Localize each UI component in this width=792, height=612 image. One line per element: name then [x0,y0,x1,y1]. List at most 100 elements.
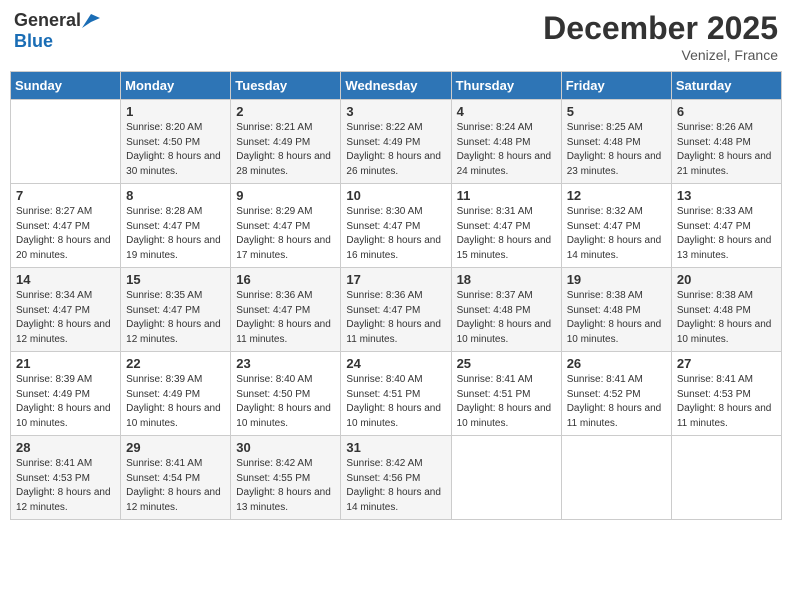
cell-info: Sunrise: 8:24 AMSunset: 4:48 PMDaylight:… [457,122,552,177]
cell-info: Sunrise: 8:34 AMSunset: 4:47 PMDaylight:… [16,290,111,345]
cell-info: Sunrise: 8:38 AMSunset: 4:48 PMDaylight:… [677,290,772,345]
calendar-week-5: 28 Sunrise: 8:41 AMSunset: 4:53 PMDaylig… [11,436,782,520]
calendar-cell: 10 Sunrise: 8:30 AMSunset: 4:47 PMDaylig… [341,184,451,268]
calendar-cell [671,436,781,520]
calendar-cell: 6 Sunrise: 8:26 AMSunset: 4:48 PMDayligh… [671,100,781,184]
calendar-cell: 5 Sunrise: 8:25 AMSunset: 4:48 PMDayligh… [561,100,671,184]
weekday-header-row: SundayMondayTuesdayWednesdayThursdayFrid… [11,72,782,100]
calendar-cell: 26 Sunrise: 8:41 AMSunset: 4:52 PMDaylig… [561,352,671,436]
day-number: 19 [567,272,666,287]
calendar-week-4: 21 Sunrise: 8:39 AMSunset: 4:49 PMDaylig… [11,352,782,436]
day-number: 14 [16,272,115,287]
day-number: 21 [16,356,115,371]
calendar-table: SundayMondayTuesdayWednesdayThursdayFrid… [10,71,782,520]
calendar-cell: 15 Sunrise: 8:35 AMSunset: 4:47 PMDaylig… [121,268,231,352]
cell-info: Sunrise: 8:38 AMSunset: 4:48 PMDaylight:… [567,290,662,345]
title-area: December 2025 Venizel, France [543,10,778,63]
cell-info: Sunrise: 8:41 AMSunset: 4:54 PMDaylight:… [126,458,221,513]
cell-info: Sunrise: 8:40 AMSunset: 4:51 PMDaylight:… [346,374,441,429]
calendar-cell: 16 Sunrise: 8:36 AMSunset: 4:47 PMDaylig… [231,268,341,352]
cell-info: Sunrise: 8:42 AMSunset: 4:55 PMDaylight:… [236,458,331,513]
day-number: 16 [236,272,335,287]
cell-info: Sunrise: 8:28 AMSunset: 4:47 PMDaylight:… [126,206,221,261]
cell-info: Sunrise: 8:42 AMSunset: 4:56 PMDaylight:… [346,458,441,513]
day-number: 15 [126,272,225,287]
day-number: 9 [236,188,335,203]
cell-info: Sunrise: 8:31 AMSunset: 4:47 PMDaylight:… [457,206,552,261]
day-number: 30 [236,440,335,455]
logo-general: General [14,10,81,31]
calendar-cell: 30 Sunrise: 8:42 AMSunset: 4:55 PMDaylig… [231,436,341,520]
calendar-cell: 20 Sunrise: 8:38 AMSunset: 4:48 PMDaylig… [671,268,781,352]
calendar-cell: 19 Sunrise: 8:38 AMSunset: 4:48 PMDaylig… [561,268,671,352]
cell-info: Sunrise: 8:33 AMSunset: 4:47 PMDaylight:… [677,206,772,261]
day-number: 5 [567,104,666,119]
day-number: 26 [567,356,666,371]
calendar-cell: 27 Sunrise: 8:41 AMSunset: 4:53 PMDaylig… [671,352,781,436]
day-number: 10 [346,188,445,203]
location: Venizel, France [543,47,778,63]
day-number: 4 [457,104,556,119]
calendar-cell: 2 Sunrise: 8:21 AMSunset: 4:49 PMDayligh… [231,100,341,184]
cell-info: Sunrise: 8:25 AMSunset: 4:48 PMDaylight:… [567,122,662,177]
cell-info: Sunrise: 8:20 AMSunset: 4:50 PMDaylight:… [126,122,221,177]
day-number: 29 [126,440,225,455]
day-number: 31 [346,440,445,455]
calendar-cell: 25 Sunrise: 8:41 AMSunset: 4:51 PMDaylig… [451,352,561,436]
calendar-cell [561,436,671,520]
calendar-cell: 14 Sunrise: 8:34 AMSunset: 4:47 PMDaylig… [11,268,121,352]
weekday-header-tuesday: Tuesday [231,72,341,100]
day-number: 24 [346,356,445,371]
cell-info: Sunrise: 8:30 AMSunset: 4:47 PMDaylight:… [346,206,441,261]
calendar-cell: 9 Sunrise: 8:29 AMSunset: 4:47 PMDayligh… [231,184,341,268]
weekday-header-saturday: Saturday [671,72,781,100]
weekday-header-sunday: Sunday [11,72,121,100]
cell-info: Sunrise: 8:29 AMSunset: 4:47 PMDaylight:… [236,206,331,261]
page-header: General Blue December 2025 Venizel, Fran… [10,10,782,63]
cell-info: Sunrise: 8:41 AMSunset: 4:53 PMDaylight:… [677,374,772,429]
day-number: 1 [126,104,225,119]
calendar-cell: 1 Sunrise: 8:20 AMSunset: 4:50 PMDayligh… [121,100,231,184]
day-number: 23 [236,356,335,371]
calendar-cell: 7 Sunrise: 8:27 AMSunset: 4:47 PMDayligh… [11,184,121,268]
calendar-week-1: 1 Sunrise: 8:20 AMSunset: 4:50 PMDayligh… [11,100,782,184]
day-number: 27 [677,356,776,371]
cell-info: Sunrise: 8:39 AMSunset: 4:49 PMDaylight:… [126,374,221,429]
calendar-week-3: 14 Sunrise: 8:34 AMSunset: 4:47 PMDaylig… [11,268,782,352]
day-number: 13 [677,188,776,203]
calendar-cell: 21 Sunrise: 8:39 AMSunset: 4:49 PMDaylig… [11,352,121,436]
cell-info: Sunrise: 8:26 AMSunset: 4:48 PMDaylight:… [677,122,772,177]
weekday-header-wednesday: Wednesday [341,72,451,100]
calendar-cell: 11 Sunrise: 8:31 AMSunset: 4:47 PMDaylig… [451,184,561,268]
calendar-cell: 4 Sunrise: 8:24 AMSunset: 4:48 PMDayligh… [451,100,561,184]
cell-info: Sunrise: 8:36 AMSunset: 4:47 PMDaylight:… [346,290,441,345]
cell-info: Sunrise: 8:36 AMSunset: 4:47 PMDaylight:… [236,290,331,345]
day-number: 3 [346,104,445,119]
cell-info: Sunrise: 8:35 AMSunset: 4:47 PMDaylight:… [126,290,221,345]
cell-info: Sunrise: 8:40 AMSunset: 4:50 PMDaylight:… [236,374,331,429]
month-title: December 2025 [543,10,778,47]
calendar-cell: 17 Sunrise: 8:36 AMSunset: 4:47 PMDaylig… [341,268,451,352]
weekday-header-monday: Monday [121,72,231,100]
cell-info: Sunrise: 8:41 AMSunset: 4:51 PMDaylight:… [457,374,552,429]
day-number: 22 [126,356,225,371]
day-number: 11 [457,188,556,203]
cell-info: Sunrise: 8:21 AMSunset: 4:49 PMDaylight:… [236,122,331,177]
cell-info: Sunrise: 8:41 AMSunset: 4:53 PMDaylight:… [16,458,111,513]
day-number: 18 [457,272,556,287]
calendar-cell: 29 Sunrise: 8:41 AMSunset: 4:54 PMDaylig… [121,436,231,520]
day-number: 7 [16,188,115,203]
calendar-week-2: 7 Sunrise: 8:27 AMSunset: 4:47 PMDayligh… [11,184,782,268]
weekday-header-thursday: Thursday [451,72,561,100]
cell-info: Sunrise: 8:27 AMSunset: 4:47 PMDaylight:… [16,206,111,261]
calendar-cell: 28 Sunrise: 8:41 AMSunset: 4:53 PMDaylig… [11,436,121,520]
day-number: 17 [346,272,445,287]
cell-info: Sunrise: 8:39 AMSunset: 4:49 PMDaylight:… [16,374,111,429]
calendar-cell: 24 Sunrise: 8:40 AMSunset: 4:51 PMDaylig… [341,352,451,436]
cell-info: Sunrise: 8:22 AMSunset: 4:49 PMDaylight:… [346,122,441,177]
calendar-cell: 22 Sunrise: 8:39 AMSunset: 4:49 PMDaylig… [121,352,231,436]
calendar-cell: 13 Sunrise: 8:33 AMSunset: 4:47 PMDaylig… [671,184,781,268]
day-number: 28 [16,440,115,455]
calendar-cell: 12 Sunrise: 8:32 AMSunset: 4:47 PMDaylig… [561,184,671,268]
logo-blue: Blue [14,31,53,52]
